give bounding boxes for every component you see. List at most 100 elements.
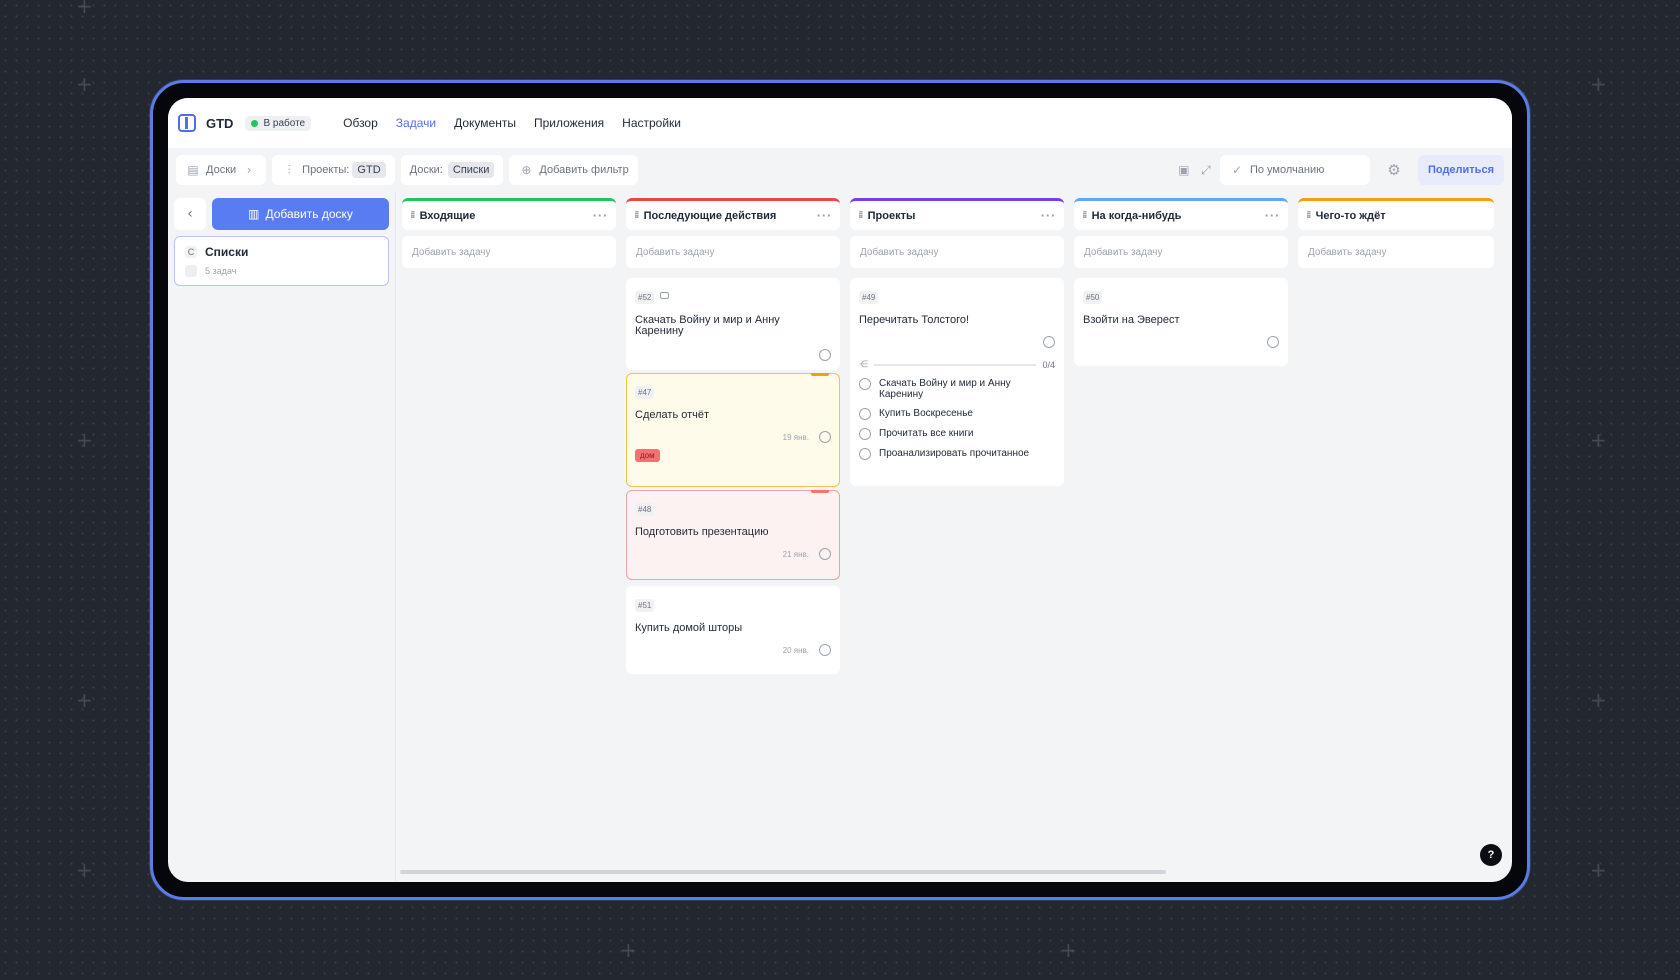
task-title: Купить домой шторы bbox=[635, 622, 743, 634]
due-date: 20 янв. bbox=[782, 645, 809, 655]
drag-handle-icon[interactable]: ⁞⁞ bbox=[858, 210, 863, 221]
add-task-input[interactable]: Добавить задачу bbox=[626, 236, 840, 268]
app-logo-icon[interactable] bbox=[178, 114, 196, 132]
add-board-label: Добавить доску bbox=[265, 207, 353, 221]
view-default-select[interactable]: ✓ По умолчанию bbox=[1219, 155, 1370, 185]
drag-handle-icon[interactable]: ⁞⁞ bbox=[1082, 210, 1087, 221]
fullscreen-icon[interactable]: ⤢ bbox=[1198, 162, 1214, 178]
nav-documents[interactable]: Документы bbox=[454, 116, 516, 130]
column-header[interactable]: ⁞⁞ Последующие действия ··· bbox=[626, 198, 840, 230]
column-next-actions: ⁞⁞ Последующие действия ··· Добавить зад… bbox=[626, 198, 840, 882]
task-card[interactable]: #50 Взойти на Эверест bbox=[1074, 278, 1288, 366]
subtask-checkbox[interactable] bbox=[859, 378, 871, 390]
complete-checkbox[interactable] bbox=[1043, 336, 1055, 348]
drag-handle-icon[interactable]: ⁞⁞ bbox=[1306, 210, 1311, 221]
column-waiting: ⁞⁞ Чего-то ждёт Добавить задачу bbox=[1298, 198, 1494, 882]
add-task-input[interactable]: Добавить задачу bbox=[1298, 236, 1494, 268]
boards-breadcrumb[interactable]: ▤ Доски › bbox=[176, 155, 267, 185]
subtask-label: Прочитать все книги bbox=[879, 428, 974, 439]
task-id: #50 bbox=[1083, 291, 1103, 304]
boards-sidebar: ‹ ▥ Добавить доску С Списки 5 задач bbox=[168, 192, 396, 882]
complete-checkbox[interactable] bbox=[1267, 336, 1279, 348]
column-title: Входящие bbox=[419, 209, 476, 222]
task-id: #49 bbox=[859, 291, 879, 304]
tag-badge[interactable]: дом bbox=[635, 449, 660, 462]
subtask-item[interactable]: Купить Воскресенье bbox=[859, 408, 1055, 420]
filter-sliders-icon[interactable]: ⫶ bbox=[281, 162, 297, 178]
add-board-button[interactable]: ▥ Добавить доску bbox=[212, 198, 389, 230]
column-title: Проекты bbox=[867, 209, 916, 222]
add-task-input[interactable]: Добавить задачу bbox=[402, 236, 616, 268]
drag-handle-icon[interactable]: ⁞⁞ bbox=[410, 210, 415, 221]
add-task-input[interactable]: Добавить задачу bbox=[1074, 236, 1288, 268]
subtask-checkbox[interactable] bbox=[859, 428, 871, 440]
horizontal-scrollbar[interactable] bbox=[400, 870, 1512, 874]
projects-filter[interactable]: Проекты: GTD bbox=[302, 162, 386, 178]
status-dot-icon bbox=[251, 119, 259, 127]
column-header[interactable]: ⁞⁞ Чего-то ждёт bbox=[1298, 198, 1494, 230]
column-header[interactable]: ⁞⁞ На когда-нибудь ··· bbox=[1074, 198, 1288, 230]
task-card[interactable]: #51 Купить домой шторы 20 янв. bbox=[626, 586, 840, 674]
subtask-item[interactable]: Прочитать все книги bbox=[859, 428, 1055, 440]
nav-overview[interactable]: Обзор bbox=[343, 116, 378, 130]
nav-apps[interactable]: Приложения bbox=[534, 116, 604, 130]
task-title: Подготовить презентацию bbox=[635, 526, 769, 538]
status-label: В работе bbox=[263, 117, 306, 129]
nav-tasks[interactable]: Задачи bbox=[396, 116, 436, 130]
more-icon[interactable]: ··· bbox=[816, 209, 832, 222]
chevron-right-icon: › bbox=[246, 163, 252, 177]
view-default-label: По умолчанию bbox=[1249, 164, 1325, 176]
task-card[interactable]: #52 Скачать Войну и мир и Анну Каренину bbox=[626, 278, 840, 370]
task-card[interactable]: #49 Перечитать Толстого! ⋲ 0/4 Скачать В… bbox=[850, 278, 1064, 486]
subtask-item[interactable]: Проанализировать прочитанное bbox=[859, 448, 1055, 460]
subtask-label: Проанализировать прочитанное bbox=[879, 448, 1030, 459]
task-id: #52 bbox=[635, 291, 655, 304]
task-card[interactable]: #47 Сделать отчёт 19 янв. дом bbox=[626, 373, 840, 487]
column-projects: ⁞⁞ Проекты ··· Добавить задачу #49 Переч… bbox=[850, 198, 1064, 882]
subtask-progress: ⋲ 0/4 bbox=[859, 360, 1055, 370]
task-title: Скачать Войну и мир и Анну Каренину bbox=[635, 314, 780, 337]
task-title: Перечитать Толстого! bbox=[859, 314, 970, 326]
more-icon[interactable]: ··· bbox=[1264, 209, 1280, 222]
complete-checkbox[interactable] bbox=[819, 431, 831, 443]
help-button[interactable]: ? bbox=[1480, 844, 1502, 866]
more-icon[interactable]: ··· bbox=[592, 209, 608, 222]
subtask-item[interactable]: Скачать Войну и мир и Анну Каренину bbox=[859, 378, 1055, 400]
boards-filter[interactable]: Доски: Списки bbox=[400, 155, 504, 185]
subtasks-icon: ⋲ bbox=[859, 360, 868, 370]
more-icon[interactable]: ··· bbox=[1040, 209, 1056, 222]
subtask-checkbox[interactable] bbox=[859, 448, 871, 460]
task-card[interactable]: #48 Подготовить презентацию 21 янв. bbox=[626, 490, 840, 580]
app-name: GTD bbox=[206, 115, 234, 131]
complete-checkbox[interactable] bbox=[819, 644, 831, 656]
task-id: #51 bbox=[635, 599, 655, 612]
column-header[interactable]: ⁞⁞ Входящие ··· bbox=[402, 198, 616, 230]
complete-checkbox[interactable] bbox=[819, 548, 831, 560]
status-badge[interactable]: В работе bbox=[245, 115, 312, 131]
filter-group: ⫶ Проекты: GTD bbox=[272, 155, 395, 185]
column-title: Чего-то ждёт bbox=[1315, 209, 1386, 222]
nav-settings[interactable]: Настройки bbox=[622, 116, 681, 130]
gear-icon[interactable]: ⚙ bbox=[1386, 161, 1402, 179]
boards-breadcrumb-label: Доски bbox=[206, 164, 237, 176]
add-task-input[interactable]: Добавить задачу bbox=[850, 236, 1064, 268]
board-title: Списки bbox=[205, 245, 249, 259]
priority-bar bbox=[811, 490, 829, 493]
collapse-sidebar-button[interactable]: ‹ bbox=[174, 198, 206, 230]
task-title: Сделать отчёт bbox=[635, 409, 710, 421]
boards-filter-label: Доски: bbox=[409, 164, 443, 176]
share-button[interactable]: Поделиться bbox=[1417, 155, 1504, 185]
complete-checkbox[interactable] bbox=[819, 349, 831, 361]
add-filter-button[interactable]: ⊕ Добавить фильтр bbox=[509, 155, 638, 185]
save-icon[interactable]: ▣ bbox=[1176, 162, 1192, 178]
board-add-icon: ▥ bbox=[248, 207, 260, 221]
projects-filter-label: Проекты: bbox=[302, 164, 350, 176]
scrollbar-thumb[interactable] bbox=[400, 870, 1166, 874]
column-inbox: ⁞⁞ Входящие ··· Добавить задачу bbox=[402, 198, 616, 882]
due-date: 19 янв. bbox=[782, 432, 809, 442]
subtask-checkbox[interactable] bbox=[859, 408, 871, 420]
drag-handle-icon[interactable]: ⁞⁞ bbox=[634, 210, 639, 221]
task-id: #47 bbox=[635, 386, 655, 399]
column-header[interactable]: ⁞⁞ Проекты ··· bbox=[850, 198, 1064, 230]
board-item-lists[interactable]: С Списки 5 задач bbox=[174, 236, 389, 286]
